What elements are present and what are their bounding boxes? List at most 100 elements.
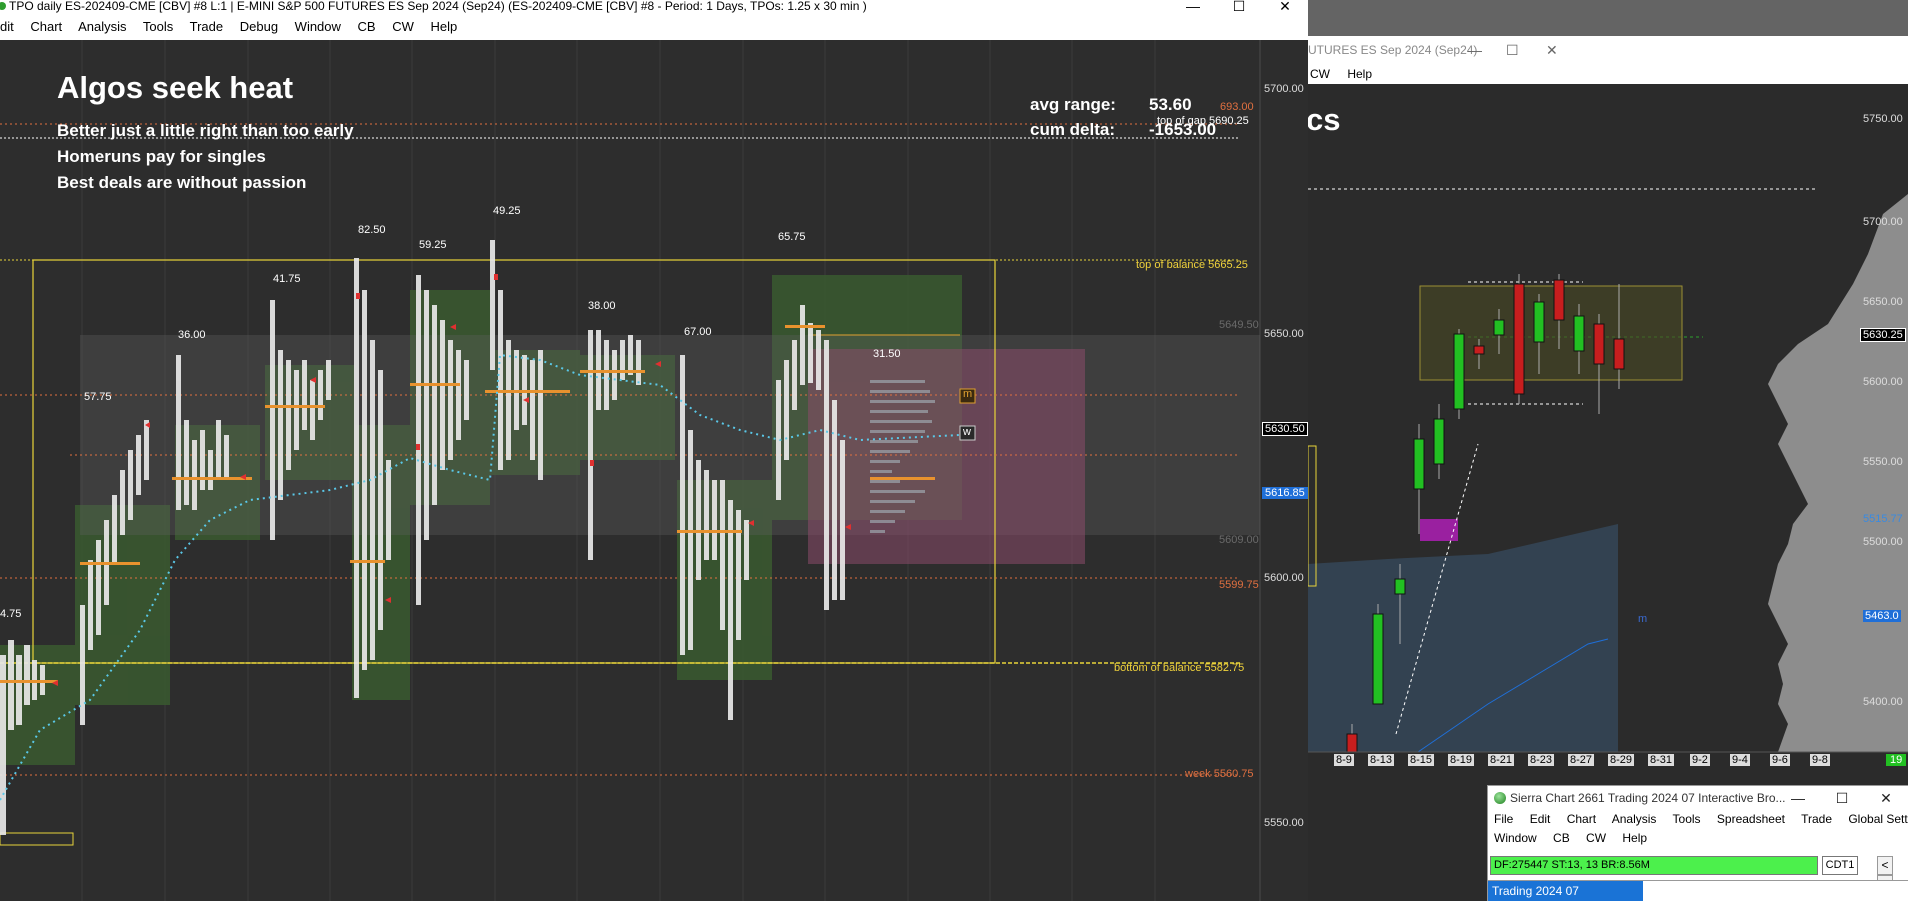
date-label: 9-8 <box>1810 754 1830 766</box>
sierra-main-window: Sierra Chart 2661 Trading 2024 07 Intera… <box>1487 785 1908 901</box>
day-range-label: 36.00 <box>178 329 206 341</box>
date-label: 8-9 <box>1334 754 1354 766</box>
corner-badge: 19 <box>1886 754 1907 766</box>
date-label: 8-29 <box>1608 754 1635 766</box>
sierra-menu-spreadsheet[interactable]: Spreadsheet <box>1717 812 1785 826</box>
sierra-window-title: Sierra Chart 2661 Trading 2024 07 Intera… <box>1510 791 1786 805</box>
headline-title: Algos seek heat <box>57 70 294 105</box>
sierra-scroll-left-button[interactable]: < <box>1877 856 1893 875</box>
sierra-status-row: DF:275447 ST:13, 13 BR:8.56M CDT1 <> <box>1488 854 1908 894</box>
menu-trade[interactable]: Trade <box>190 19 223 34</box>
day-range-label: 65.75 <box>778 231 806 243</box>
menu-edit[interactable]: dit <box>0 19 14 34</box>
right-blue-label: 5515.77 <box>1863 513 1903 525</box>
level-label-top-of-gap: top of gap 5690.25 <box>1157 115 1249 127</box>
date-label: 8-21 <box>1488 754 1515 766</box>
day-range-label: 38.00 <box>588 300 616 312</box>
level-label-5599: 5599.75 <box>1219 579 1259 591</box>
date-label: 8-23 <box>1528 754 1555 766</box>
level-label-top-of-balance: top of balance 5665.25 <box>1136 259 1248 271</box>
sierra-menu-cb[interactable]: CB <box>1553 831 1570 845</box>
secondary-menu-bar: CW Help <box>1308 64 1908 84</box>
price-tick: 5650.00 <box>1264 328 1304 340</box>
sierra-menu-edit[interactable]: Edit <box>1530 812 1551 826</box>
menu-tools[interactable]: Tools <box>143 19 173 34</box>
sierra-menu-file[interactable]: File <box>1494 812 1513 826</box>
secondary-chart-window: UTURES ES Sep 2024 (Sep24) — ☐ ✕ CW Help <box>1308 36 1908 901</box>
menu-help[interactable]: Help <box>431 19 458 34</box>
right-price-tick: 5500.00 <box>1863 536 1903 548</box>
menu-analysis[interactable]: Analysis <box>78 19 126 34</box>
sierra-maximize-button[interactable]: ☐ <box>1820 786 1864 810</box>
avg-range-label: avg range: <box>1030 95 1116 114</box>
sierra-title-bar: Sierra Chart 2661 Trading 2024 07 Intera… <box>1488 786 1908 810</box>
right-m-marker: m <box>1638 613 1648 625</box>
day-range-label: 82.50 <box>358 224 386 236</box>
right-price-tick: 5750.00 <box>1863 113 1903 125</box>
sierra-menu-window[interactable]: Window <box>1494 831 1537 845</box>
secondary-minimize-button[interactable]: — <box>1468 36 1482 64</box>
menu-chart[interactable]: Chart <box>30 19 62 34</box>
app-icon <box>0 2 6 10</box>
sierra-menu-tools[interactable]: Tools <box>1673 812 1701 826</box>
right-price-tick: 5650.00 <box>1863 296 1903 308</box>
window-title: TPO daily ES-202409-CME [CBV] #8 L:1 | E… <box>9 0 867 13</box>
sierra-menu-trade[interactable]: Trade <box>1801 812 1832 826</box>
menu-cb[interactable]: CB <box>358 19 376 34</box>
secondary-menu-cw[interactable]: CW <box>1310 67 1330 81</box>
sierra-menu-cw[interactable]: CW <box>1586 831 1606 845</box>
right-price-tick: 5600.00 <box>1863 376 1903 388</box>
day-range-label: 41.75 <box>273 273 301 285</box>
date-label: 9-4 <box>1730 754 1750 766</box>
sierra-menu-chart[interactable]: Chart <box>1567 812 1596 826</box>
candle-chart-area[interactable]: cs 5750.00 5700.00 5650.00 5600.00 5550.… <box>1308 84 1908 901</box>
main-chart-window: TPO daily ES-202409-CME [CBV] #8 L:1 | E… <box>0 0 1308 901</box>
secondary-menu-help[interactable]: Help <box>1347 67 1372 81</box>
quote-line-3: Best deals are without passion <box>57 173 307 192</box>
cum-delta-label: cum delta: <box>1030 120 1116 139</box>
price-tick: 5700.00 <box>1264 83 1304 95</box>
level-label-bottom-of-balance: bottom of balance 5582.75 <box>1114 662 1245 674</box>
secondary-headline-fragment: cs <box>1308 102 1341 137</box>
menu-window[interactable]: Window <box>295 19 341 34</box>
tpo-chart-area[interactable]: Algos seek heat Better just a little rig… <box>0 40 1308 901</box>
sierra-menu-analysis[interactable]: Analysis <box>1612 812 1657 826</box>
right-price-tick: 5400.00 <box>1863 696 1903 708</box>
secondary-window-title: UTURES ES Sep 2024 (Sep24) <box>1308 43 1478 57</box>
tpo-chart-svg <box>0 40 1261 901</box>
date-label: 9-6 <box>1770 754 1790 766</box>
secondary-close-button[interactable]: ✕ <box>1546 36 1558 64</box>
sierra-menu-row-2: Window CB CW Help <box>1488 829 1908 848</box>
day-range-label: 67.00 <box>684 326 712 338</box>
quote-line-1: Better just a little right than too earl… <box>57 121 354 140</box>
date-label: 8-15 <box>1408 754 1435 766</box>
sierra-menu-row-1: File Edit Chart Analysis Tools Spreadshe… <box>1488 810 1908 829</box>
sierra-minimize-button[interactable]: — <box>1776 786 1820 810</box>
close-button[interactable]: ✕ <box>1262 0 1308 14</box>
profile-marker-w: w <box>963 426 971 438</box>
level-label-5649: 5649.50 <box>1219 319 1259 331</box>
sierra-menu-global-settings[interactable]: Global Settings <box>1848 812 1908 826</box>
sierra-menu-help[interactable]: Help <box>1622 831 1647 845</box>
day-range-label: 49.25 <box>493 205 521 217</box>
title-bar: TPO daily ES-202409-CME [CBV] #8 L:1 | E… <box>0 0 1308 14</box>
tab-trading-2024-07[interactable]: Trading 2024 07 <box>1488 881 1643 901</box>
level-label-week: week 5560.75 <box>1185 768 1254 780</box>
minimize-button[interactable]: — <box>1170 0 1216 14</box>
secondary-maximize-button[interactable]: ☐ <box>1506 36 1519 64</box>
date-label: 8-19 <box>1448 754 1475 766</box>
current-price-label: 5630.50 <box>1262 422 1308 436</box>
menu-bar: dit Chart Analysis Tools Trade Debug Win… <box>0 14 1308 40</box>
date-label: 9-2 <box>1690 754 1710 766</box>
menu-cw[interactable]: CW <box>392 19 414 34</box>
sierra-app-icon <box>1494 792 1506 804</box>
level-label-5609: 5609.00 <box>1219 534 1259 546</box>
price-tick: 5550.00 <box>1264 817 1304 829</box>
sierra-status-bar: DF:275447 ST:13, 13 BR:8.56M <box>1490 856 1818 875</box>
menu-debug[interactable]: Debug <box>240 19 278 34</box>
sierra-cdt-field[interactable]: CDT1 <box>1822 856 1858 875</box>
maximize-button[interactable]: ☐ <box>1216 0 1262 14</box>
sierra-close-button[interactable]: ✕ <box>1864 786 1908 810</box>
blue-price-marker: 5616.85 <box>1262 487 1308 499</box>
day-range-label: 59.25 <box>419 239 447 251</box>
